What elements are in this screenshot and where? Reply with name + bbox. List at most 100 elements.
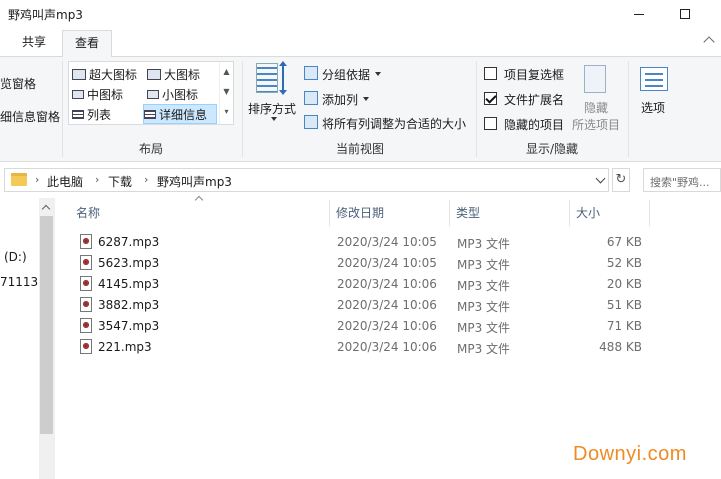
options-button[interactable]: 选项: [641, 99, 665, 116]
preview-pane-button[interactable]: 览窗格: [0, 75, 36, 92]
group-label-show-hide: 显示/隐藏: [525, 142, 579, 156]
minimize-icon: [634, 13, 644, 15]
refresh-icon: ↻: [615, 172, 627, 187]
audio-file-icon: [80, 234, 92, 249]
file-date: 2020/3/24 10:06: [337, 298, 437, 312]
column-header-size[interactable]: 大小: [570, 200, 650, 226]
breadcrumb-this-pc[interactable]: 此电脑: [47, 173, 83, 190]
folder-icon: [11, 173, 27, 186]
file-row[interactable]: 3882.mp3 2020/3/24 10:06 MP3 文件 51 KB: [76, 295, 656, 316]
search-input[interactable]: 搜索"野鸡...: [643, 168, 721, 192]
hidden-items-checkbox[interactable]: [484, 117, 497, 130]
audio-file-icon: [80, 339, 92, 354]
title-bar: 野鸡叫声mp3: [0, 0, 721, 28]
file-date: 2020/3/24 10:05: [337, 256, 437, 270]
breadcrumb-downloads[interactable]: 下载: [108, 173, 132, 190]
layout-extra-large-icons[interactable]: 超大图标: [72, 64, 137, 84]
list-icon: [72, 109, 84, 119]
details-pane-button[interactable]: 细信息窗格: [0, 108, 60, 125]
hide-selected-button-line2[interactable]: 所选项目: [572, 116, 620, 133]
file-row[interactable]: 221.mp3 2020/3/24 10:06 MP3 文件 488 KB: [76, 337, 656, 358]
audio-file-icon: [80, 276, 92, 291]
sort-icon[interactable]: [256, 61, 288, 97]
column-header-type[interactable]: 类型: [450, 200, 570, 226]
column-header-name[interactable]: 名称: [70, 200, 330, 226]
options-icon[interactable]: [640, 67, 668, 91]
item-checkboxes-label: 项目复选框: [504, 68, 565, 82]
file-size: 51 KB: [606, 298, 642, 312]
layout-details[interactable]: 详细信息: [143, 104, 217, 124]
file-type: MP3 文件: [457, 258, 511, 272]
large-icons-icon: [147, 68, 161, 80]
fit-columns-icon: [304, 115, 318, 129]
ribbon-tabs: 共享 查看: [0, 28, 721, 58]
column-header-date[interactable]: 修改日期: [330, 200, 450, 226]
file-type: MP3 文件: [457, 279, 511, 293]
fit-columns-button[interactable]: 将所有列调整为合适的大小: [322, 115, 466, 132]
nav-item-drive-d[interactable]: (D:): [4, 250, 27, 264]
chevron-down-icon: [363, 97, 369, 101]
medium-icons-icon: [72, 89, 84, 99]
hide-selected-icon: [584, 65, 606, 93]
group-by-button[interactable]: 分组依据: [322, 66, 370, 83]
breadcrumb-current-folder[interactable]: 野鸡叫声mp3: [157, 173, 232, 190]
hidden-items-label: 隐藏的项目: [504, 118, 565, 132]
maximize-icon: [680, 9, 690, 19]
address-bar: › 此电脑 › 下载 › 野鸡叫声mp3 ↻ 搜索"野鸡...: [0, 168, 721, 194]
file-type: MP3 文件: [457, 321, 511, 335]
file-row[interactable]: 6287.mp3 2020/3/24 10:05 MP3 文件 67 KB: [76, 232, 656, 253]
chevron-right-icon: ›: [95, 173, 100, 186]
file-size: 52 KB: [606, 256, 642, 270]
file-name: 221.mp3: [98, 340, 152, 354]
file-size: 20 KB: [606, 277, 642, 291]
add-column-button[interactable]: 添加列: [322, 91, 358, 108]
file-size: 67 KB: [606, 235, 642, 249]
nav-scrollbar[interactable]: [39, 198, 55, 479]
divider: [628, 61, 629, 157]
hide-selected-button[interactable]: 隐藏: [584, 99, 608, 116]
address-input[interactable]: › 此电脑 › 下载 › 野鸡叫声mp3: [4, 168, 609, 192]
chevron-up-icon[interactable]: [703, 36, 715, 48]
file-row[interactable]: 5623.mp3 2020/3/24 10:05 MP3 文件 52 KB: [76, 253, 656, 274]
file-type: MP3 文件: [457, 300, 511, 314]
file-name: 3547.mp3: [98, 319, 160, 333]
divider: [476, 61, 477, 157]
tab-view[interactable]: 查看: [62, 30, 112, 58]
file-extensions-checkbox[interactable]: [484, 92, 497, 105]
item-checkboxes-checkbox[interactable]: [484, 67, 497, 80]
add-column-icon: [304, 91, 318, 105]
ribbon-view: 览窗格 细信息窗格 超大图标 大图标 中图标 小图标 列表 详细信息 ▲ ▼ ▾ 布…: [0, 57, 721, 162]
scroll-thumb[interactable]: [40, 216, 53, 434]
file-row[interactable]: 4145.mp3 2020/3/24 10:06 MP3 文件 20 KB: [76, 274, 656, 295]
minimize-button[interactable]: [616, 0, 662, 28]
chevron-right-icon: ›: [144, 173, 149, 186]
file-date: 2020/3/24 10:06: [337, 319, 437, 333]
audio-file-icon: [80, 255, 92, 270]
layout-medium-icons[interactable]: 中图标: [72, 84, 123, 104]
group-label-layout: 布局: [138, 142, 163, 156]
extra-large-icons-icon: [72, 68, 86, 80]
tab-share[interactable]: 共享: [10, 30, 58, 57]
file-size: 71 KB: [606, 319, 642, 333]
chevron-down-icon: [271, 117, 277, 121]
file-row[interactable]: 3547.mp3 2020/3/24 10:06 MP3 文件 71 KB: [76, 316, 656, 337]
layout-list[interactable]: 列表: [72, 104, 111, 124]
file-type: MP3 文件: [457, 237, 511, 251]
layout-gallery: 超大图标 大图标 中图标 小图标 列表 详细信息 ▲ ▼ ▾: [68, 61, 234, 125]
refresh-button[interactable]: ↻: [612, 168, 630, 192]
nav-item-cut[interactable]: 71113: [0, 275, 38, 289]
watermark: Downyi.com: [573, 443, 687, 465]
file-name: 5623.mp3: [98, 256, 160, 270]
divider: [242, 61, 243, 157]
layout-small-icons[interactable]: 小图标: [147, 84, 198, 104]
file-date: 2020/3/24 10:06: [337, 340, 437, 354]
scroll-up-icon[interactable]: [41, 204, 51, 214]
file-date: 2020/3/24 10:06: [337, 277, 437, 291]
sort-by-button[interactable]: 排序方式: [248, 100, 296, 117]
file-name: 3882.mp3: [98, 298, 160, 312]
layout-large-icons[interactable]: 大图标: [147, 64, 200, 84]
maximize-button[interactable]: [662, 0, 708, 28]
layout-scroll[interactable]: ▲ ▼ ▾: [219, 62, 233, 124]
audio-file-icon: [80, 318, 92, 333]
file-extensions-label: 文件扩展名: [504, 93, 565, 107]
